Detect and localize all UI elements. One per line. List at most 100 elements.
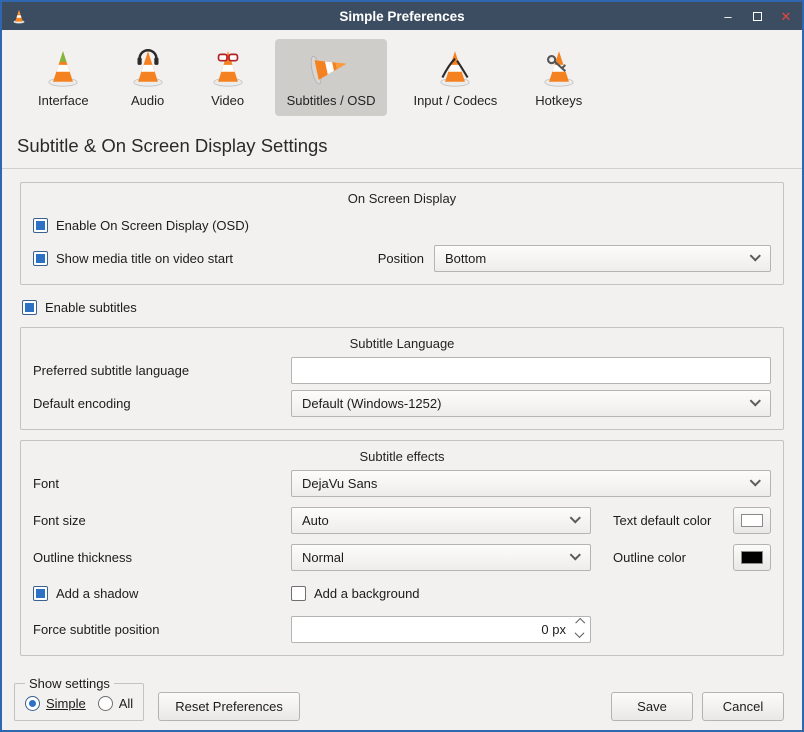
- tab-video[interactable]: Video: [195, 39, 261, 116]
- outline-thickness-value: Normal: [302, 550, 344, 565]
- media-title-row: Show media title on video start Position…: [33, 244, 771, 272]
- enable-osd-row: Enable On Screen Display (OSD): [33, 211, 771, 239]
- spin-up-icon[interactable]: [575, 618, 585, 628]
- outline-color-label: Outline color: [613, 550, 686, 565]
- tab-interface[interactable]: Interface: [26, 39, 101, 116]
- default-encoding-value: Default (Windows-1252): [302, 396, 441, 411]
- font-value: DejaVu Sans: [302, 476, 377, 491]
- chevron-down-icon: [570, 549, 581, 560]
- enable-subtitles-row: Enable subtitles: [20, 293, 784, 321]
- spin-down-icon[interactable]: [575, 628, 585, 638]
- simple-radio[interactable]: [25, 696, 40, 711]
- preferred-language-input[interactable]: [291, 357, 771, 384]
- tab-input-codecs[interactable]: Input / Codecs: [401, 39, 509, 116]
- font-size-label: Font size: [33, 513, 291, 528]
- subtitle-effects-title: Subtitle effects: [33, 449, 771, 464]
- font-label: Font: [33, 476, 291, 491]
- page-title: Subtitle & On Screen Display Settings: [2, 120, 802, 169]
- add-background-checkbox[interactable]: [291, 586, 306, 601]
- titlebar: Simple Preferences – ✕: [2, 2, 802, 30]
- show-settings-title: Show settings: [25, 676, 114, 691]
- input-codecs-icon: [434, 46, 476, 88]
- tab-audio[interactable]: Audio: [115, 39, 181, 116]
- position-select[interactable]: Bottom: [434, 245, 771, 272]
- hotkeys-icon: [538, 46, 580, 88]
- all-radio[interactable]: [98, 696, 113, 711]
- outline-thickness-select[interactable]: Normal: [291, 544, 591, 571]
- tab-video-label: Video: [211, 93, 244, 108]
- force-position-spinner[interactable]: 0 px: [291, 616, 591, 643]
- tab-subtitles-osd-label: Subtitles / OSD: [287, 93, 376, 108]
- force-position-row: Force subtitle position 0 px: [33, 615, 771, 643]
- enable-osd-label: Enable On Screen Display (OSD): [56, 218, 249, 233]
- enable-osd-checkbox[interactable]: [33, 218, 48, 233]
- vlc-cone-icon: [11, 8, 27, 24]
- reset-preferences-button[interactable]: Reset Preferences: [158, 692, 300, 721]
- preferred-language-label: Preferred subtitle language: [33, 363, 291, 378]
- show-media-title-label: Show media title on video start: [56, 251, 233, 266]
- tab-input-codecs-label: Input / Codecs: [413, 93, 497, 108]
- font-row: Font DejaVu Sans: [33, 469, 771, 497]
- interface-icon: [42, 46, 84, 88]
- show-media-title-option[interactable]: Show media title on video start: [33, 251, 233, 266]
- save-button[interactable]: Save: [611, 692, 693, 721]
- settings-content: On Screen Display Enable On Screen Displ…: [2, 169, 802, 731]
- preferred-language-row: Preferred subtitle language: [33, 356, 771, 384]
- position-value: Bottom: [445, 251, 486, 266]
- add-shadow-checkbox[interactable]: [33, 586, 48, 601]
- add-background-option[interactable]: Add a background: [291, 586, 420, 601]
- position-label: Position: [378, 251, 424, 266]
- outline-thickness-row: Outline thickness Normal Outline color: [33, 543, 771, 571]
- show-settings-simple-option[interactable]: Simple: [25, 696, 86, 711]
- footer: Show settings Simple All Reset Preferenc…: [20, 676, 784, 731]
- enable-subtitles-checkbox[interactable]: [22, 300, 37, 315]
- tab-interface-label: Interface: [38, 93, 89, 108]
- tab-audio-label: Audio: [131, 93, 164, 108]
- text-color-swatch: [741, 514, 763, 527]
- subtitle-effects-groupbox: Subtitle effects Font DejaVu Sans Font s…: [20, 440, 784, 656]
- chevron-down-icon: [750, 395, 761, 406]
- enable-subtitles-option[interactable]: Enable subtitles: [22, 300, 137, 315]
- outline-color-button[interactable]: [733, 544, 771, 571]
- chevron-down-icon: [750, 475, 761, 486]
- enable-osd-option[interactable]: Enable On Screen Display (OSD): [33, 218, 249, 233]
- osd-groupbox: On Screen Display Enable On Screen Displ…: [20, 182, 784, 285]
- cancel-button[interactable]: Cancel: [702, 692, 784, 721]
- show-media-title-checkbox[interactable]: [33, 251, 48, 266]
- audio-icon: [127, 46, 169, 88]
- preferences-toolbar: Interface Audio: [2, 30, 802, 120]
- show-settings-all-option[interactable]: All: [98, 696, 133, 711]
- enable-subtitles-label: Enable subtitles: [45, 300, 137, 315]
- minimize-icon[interactable]: –: [721, 9, 735, 23]
- close-icon[interactable]: ✕: [779, 9, 793, 23]
- font-size-select[interactable]: Auto: [291, 507, 591, 534]
- subtitle-language-title: Subtitle Language: [33, 336, 771, 351]
- font-size-value: Auto: [302, 513, 329, 528]
- tab-hotkeys[interactable]: Hotkeys: [523, 39, 594, 116]
- tab-subtitles-osd[interactable]: Subtitles / OSD: [275, 39, 388, 116]
- default-encoding-row: Default encoding Default (Windows-1252): [33, 389, 771, 417]
- default-encoding-select[interactable]: Default (Windows-1252): [291, 390, 771, 417]
- video-icon: [207, 46, 249, 88]
- osd-group-title: On Screen Display: [33, 191, 771, 206]
- force-position-label: Force subtitle position: [33, 622, 291, 637]
- chevron-down-icon: [750, 250, 761, 261]
- subtitle-language-groupbox: Subtitle Language Preferred subtitle lan…: [20, 327, 784, 430]
- window-controls: – ✕: [721, 9, 793, 23]
- text-default-color-button[interactable]: [733, 507, 771, 534]
- add-shadow-label: Add a shadow: [56, 586, 138, 601]
- simple-radio-label: Simple: [46, 696, 86, 711]
- default-encoding-label: Default encoding: [33, 396, 291, 411]
- chevron-down-icon: [570, 512, 581, 523]
- subtitles-osd-icon: [310, 46, 352, 88]
- add-background-label: Add a background: [314, 586, 420, 601]
- font-size-row: Font size Auto Text default color: [33, 506, 771, 534]
- maximize-icon[interactable]: [750, 9, 764, 23]
- outline-thickness-label: Outline thickness: [33, 550, 291, 565]
- font-select[interactable]: DejaVu Sans: [291, 470, 771, 497]
- tab-hotkeys-label: Hotkeys: [535, 93, 582, 108]
- force-position-value: 0 px: [541, 622, 576, 637]
- add-shadow-option[interactable]: Add a shadow: [33, 586, 138, 601]
- show-settings-groupbox: Show settings Simple All: [14, 676, 144, 721]
- window-title: Simple Preferences: [2, 9, 802, 24]
